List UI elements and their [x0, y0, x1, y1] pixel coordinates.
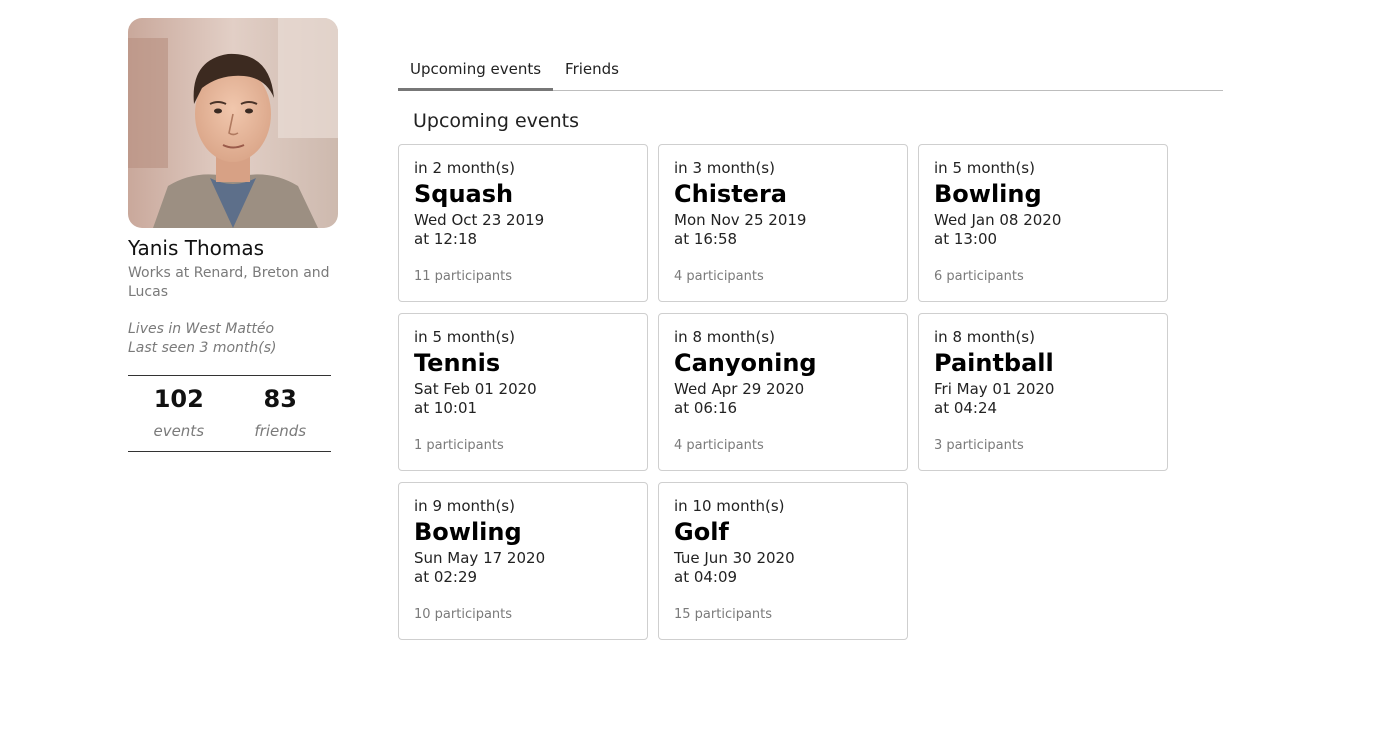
- friends-count: 83: [263, 385, 297, 413]
- event-participants: 4 participants: [674, 438, 764, 453]
- event-relative-time: in 5 month(s): [414, 328, 515, 346]
- events-count: 102: [153, 385, 204, 413]
- events-grid: in 2 month(s) Squash Wed Oct 23 2019 at …: [398, 144, 1168, 640]
- event-title: Golf: [674, 518, 729, 546]
- event-card[interactable]: in 3 month(s) Chistera Mon Nov 25 2019 a…: [658, 144, 908, 302]
- profile-stats: 102 events 83 friends: [128, 375, 331, 452]
- event-card[interactable]: in 2 month(s) Squash Wed Oct 23 2019 at …: [398, 144, 648, 302]
- event-date: Sat Feb 01 2020: [414, 380, 537, 398]
- friends-stat: 83 friends: [230, 376, 332, 451]
- event-date: Wed Apr 29 2020: [674, 380, 805, 398]
- event-title: Squash: [414, 180, 514, 208]
- event-time: at 06:16: [674, 399, 738, 417]
- tab-friends[interactable]: Friends: [553, 50, 631, 90]
- event-participants: 11 participants: [414, 269, 513, 284]
- event-time: at 04:24: [934, 399, 998, 417]
- event-time: at 13:00: [934, 230, 998, 248]
- event-date: Wed Oct 23 2019: [414, 211, 545, 229]
- event-time: at 04:09: [674, 568, 738, 586]
- event-participants: 4 participants: [674, 269, 764, 284]
- event-date: Wed Jan 08 2020: [934, 211, 1062, 229]
- event-relative-time: in 9 month(s): [414, 497, 515, 515]
- event-card[interactable]: in 5 month(s) Bowling Wed Jan 08 2020 at…: [918, 144, 1168, 302]
- event-participants: 3 participants: [934, 438, 1024, 453]
- event-date: Mon Nov 25 2019: [674, 211, 807, 229]
- event-date: Fri May 01 2020: [934, 380, 1055, 398]
- event-title: Bowling: [934, 180, 1042, 208]
- profile-work: Works at Renard, Breton and Lucas: [128, 265, 330, 300]
- profile-last-seen: Last seen 3 month(s): [128, 340, 277, 356]
- event-title: Tennis: [414, 349, 501, 377]
- event-relative-time: in 10 month(s): [674, 497, 785, 515]
- event-time: at 10:01: [414, 399, 478, 417]
- event-relative-time: in 3 month(s): [674, 159, 775, 177]
- event-card[interactable]: in 5 month(s) Tennis Sat Feb 01 2020 at …: [398, 313, 648, 471]
- event-participants: 15 participants: [674, 607, 773, 622]
- event-card[interactable]: in 10 month(s) Golf Tue Jun 30 2020 at 0…: [658, 482, 908, 640]
- event-time: at 16:58: [674, 230, 738, 248]
- event-title: Bowling: [414, 518, 522, 546]
- event-relative-time: in 5 month(s): [934, 159, 1035, 177]
- profile-name: Yanis Thomas: [128, 236, 265, 260]
- avatar: [128, 18, 338, 228]
- event-participants: 6 participants: [934, 269, 1024, 284]
- events-stat: 102 events: [128, 376, 230, 451]
- tab-bar: Upcoming events Friends: [398, 50, 1223, 91]
- event-card[interactable]: in 8 month(s) Canyoning Wed Apr 29 2020 …: [658, 313, 908, 471]
- profile-panel: Yanis Thomas Works at Renard, Breton and…: [128, 18, 338, 452]
- event-title: Canyoning: [674, 349, 817, 377]
- event-relative-time: in 8 month(s): [934, 328, 1035, 346]
- events-label: events: [153, 422, 205, 440]
- tab-upcoming-events[interactable]: Upcoming events: [398, 50, 554, 91]
- page: Yanis Thomas Works at Renard, Breton and…: [0, 0, 1388, 755]
- event-participants: 10 participants: [414, 607, 513, 622]
- event-time: at 12:18: [414, 230, 478, 248]
- event-title: Paintball: [934, 349, 1054, 377]
- profile-location: Lives in West Mattéo: [128, 321, 275, 337]
- event-title: Chistera: [674, 180, 787, 208]
- event-participants: 1 participants: [414, 438, 504, 453]
- section-title: Upcoming events: [413, 110, 579, 132]
- event-date: Tue Jun 30 2020: [674, 549, 795, 567]
- friends-label: friends: [254, 422, 307, 440]
- event-card[interactable]: in 9 month(s) Bowling Sun May 17 2020 at…: [398, 482, 648, 640]
- event-relative-time: in 2 month(s): [414, 159, 515, 177]
- event-card[interactable]: in 8 month(s) Paintball Fri May 01 2020 …: [918, 313, 1168, 471]
- event-relative-time: in 8 month(s): [674, 328, 775, 346]
- event-time: at 02:29: [414, 568, 478, 586]
- event-date: Sun May 17 2020: [414, 549, 546, 567]
